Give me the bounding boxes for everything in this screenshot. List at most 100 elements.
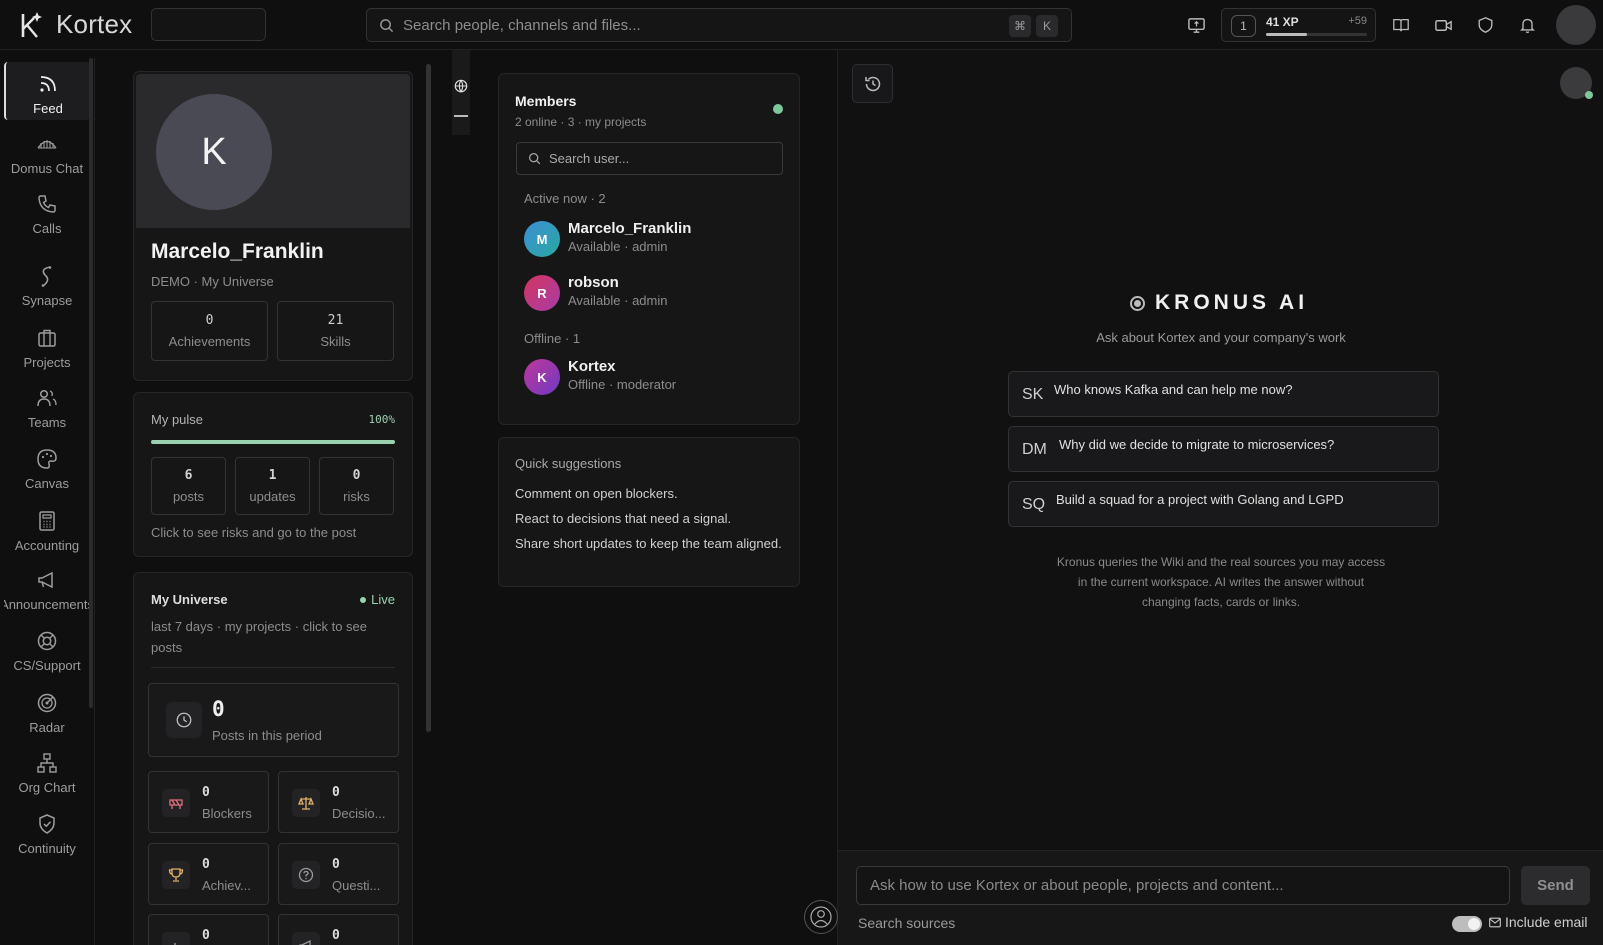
member-item[interactable]: M Marcelo_Franklin Available · admin — [524, 219, 784, 259]
chat-input[interactable]: Ask how to use Kortex or about people, p… — [856, 866, 1510, 905]
achievements-count: 0 — [202, 857, 210, 872]
offline-group-label: Offline · 1 — [524, 331, 581, 346]
sidebar-item-projects[interactable]: Projects — [4, 316, 90, 374]
questions-count: 0 — [332, 857, 340, 872]
bell-icon[interactable] — [1516, 14, 1538, 36]
divider — [151, 667, 395, 668]
prompt-text: Why did we decide to migrate to microser… — [1059, 437, 1335, 452]
members-subtitle: 2 online · 3 · my projects — [515, 115, 647, 129]
profile-avatar: K — [156, 94, 272, 210]
chat-composer: Ask how to use Kortex or about people, p… — [838, 850, 1603, 945]
suggestion-item[interactable]: React to decisions that need a signal. — [515, 510, 785, 527]
sidebar-item-cs-support[interactable]: CS/Support — [4, 619, 90, 677]
globe-icon[interactable] — [454, 79, 468, 93]
member-item[interactable]: K Kortex Offline · moderator — [524, 357, 784, 397]
member-avatar: R — [524, 275, 560, 311]
global-search[interactable]: Search people, channels and files... ⌘ K — [366, 8, 1072, 42]
prompt-text: Who knows Kafka and can help me now? — [1054, 382, 1293, 397]
bar-chart-icon — [162, 932, 190, 945]
mail-icon — [1489, 917, 1501, 927]
suggested-prompt-button[interactable]: DM Why did we decide to migrate to micro… — [1008, 426, 1439, 472]
book-icon[interactable] — [1390, 14, 1412, 36]
profile-card[interactable]: K Marcelo_Franklin DEMO · My Universe 0 … — [133, 71, 413, 381]
member-item[interactable]: R robson Available · admin — [524, 273, 784, 313]
stats-tile[interactable]: 0 — [148, 914, 269, 945]
universe-card[interactable]: My Universe Live last 7 days · my projec… — [133, 572, 413, 945]
megaphone-icon — [292, 932, 320, 945]
sidebar-scrollbar[interactable] — [89, 58, 93, 708]
kronus-disclaimer: Kronus queries the Wiki and the real sou… — [1056, 555, 1386, 609]
sidebar-item-label: Org Chart — [18, 780, 76, 795]
kronus-title: KRONUS AI — [1130, 291, 1308, 315]
pulse-posts-stat[interactable]: 6 posts — [151, 457, 226, 515]
xp-progress-fill — [1266, 33, 1308, 36]
sidebar-item-accounting[interactable]: Accounting — [4, 499, 90, 557]
pulse-risks-stat[interactable]: 0 risks — [319, 457, 394, 515]
sidebar-item-continuity[interactable]: Continuity — [4, 802, 90, 860]
app-logo[interactable]: Kortex — [18, 9, 132, 40]
blockers-tile[interactable]: 0 Blockers — [148, 771, 269, 833]
sidebar-item-org-chart[interactable]: Org Chart — [4, 741, 90, 799]
xp-widget[interactable]: 1 41 XP +59 — [1221, 8, 1376, 42]
include-email-toggle[interactable] — [1452, 916, 1482, 932]
sidebar-item-synapse[interactable]: Synapse — [4, 254, 90, 312]
members-title: Members — [515, 93, 577, 109]
sidebar-item-label: Domus Chat — [10, 161, 84, 176]
online-dot — [1585, 91, 1593, 99]
member-status: Available · admin — [568, 293, 668, 308]
member-search-input[interactable]: Search user... — [516, 142, 783, 175]
sidebar-item-label: Canvas — [24, 476, 70, 491]
sidebar-item-feed[interactable]: Feed — [4, 62, 90, 120]
suggested-prompt-button[interactable]: SK Who knows Kafka and can help me now? — [1008, 371, 1439, 417]
suggestion-item[interactable]: Share short updates to keep the team ali… — [515, 535, 785, 552]
sidebar-item-label: Continuity — [18, 841, 76, 856]
posts-period-box[interactable]: 0 Posts in this period — [148, 683, 399, 757]
video-icon[interactable] — [1432, 14, 1454, 36]
domus-icon — [37, 140, 57, 149]
workspace-selector[interactable] — [151, 8, 266, 41]
skills-stat[interactable]: 21 Skills — [277, 301, 394, 361]
announcements-count: 0 — [332, 928, 340, 943]
radar-icon — [37, 693, 57, 713]
decisions-tile[interactable]: 0 Decisio... — [278, 771, 399, 833]
suggested-prompt-button[interactable]: SQ Build a squad for a project with Gola… — [1008, 481, 1439, 527]
achievements-tile[interactable]: 0 Achiev... — [148, 843, 269, 905]
stats-count: 0 — [202, 928, 210, 943]
active-group-label: Active now · 2 — [524, 191, 606, 206]
sidebar-item-radar[interactable]: Radar — [4, 681, 90, 739]
pulse-updates-stat[interactable]: 1 updates — [235, 457, 310, 515]
palette-icon — [37, 449, 57, 469]
search-icon — [529, 153, 541, 165]
send-button[interactable]: Send — [1521, 866, 1590, 905]
sidebar-item-label: Synapse — [21, 293, 73, 308]
sidebar-item-domus-chat[interactable]: Domus Chat — [4, 122, 90, 180]
assistant-avatar[interactable] — [1560, 67, 1593, 99]
questions-tile[interactable]: 0 Questi... — [278, 843, 399, 905]
pulse-card[interactable]: My pulse 100% 6 posts 1 updates 0 risks … — [133, 392, 413, 557]
member-avatar: M — [524, 221, 560, 257]
kortex-logo-icon — [21, 11, 42, 38]
shield-check-icon — [39, 814, 55, 834]
prompt-code: DM — [1022, 441, 1047, 458]
shield-icon[interactable] — [1474, 14, 1496, 36]
sidebar-item-teams[interactable]: Teams — [4, 376, 90, 434]
sidebar-item-canvas[interactable]: Canvas — [4, 437, 90, 495]
history-button[interactable] — [852, 64, 893, 103]
risks-count: 0 — [352, 468, 361, 483]
sidebar-item-label: CS/Support — [13, 658, 81, 673]
risks-label: risks — [343, 489, 370, 504]
level-badge: 1 — [1231, 15, 1256, 37]
toggle-knob — [1468, 918, 1480, 930]
member-name: robson — [568, 274, 619, 291]
feed-scrollbar[interactable] — [426, 64, 431, 732]
assistant-emblem-icon[interactable] — [804, 900, 838, 934]
sidebar-item-calls[interactable]: Calls — [4, 182, 90, 240]
online-status-dot — [773, 104, 783, 114]
suggestion-item[interactable]: Comment on open blockers. — [515, 485, 785, 502]
user-avatar[interactable] — [1556, 5, 1596, 45]
sidebar-item-announcements[interactable]: Announcements — [4, 558, 90, 616]
screen-share-icon[interactable] — [1185, 14, 1207, 36]
search-sources-link[interactable]: Search sources — [858, 915, 955, 931]
achievements-stat[interactable]: 0 Achievements — [151, 301, 268, 361]
announcements-tile[interactable]: 0 — [278, 914, 399, 945]
